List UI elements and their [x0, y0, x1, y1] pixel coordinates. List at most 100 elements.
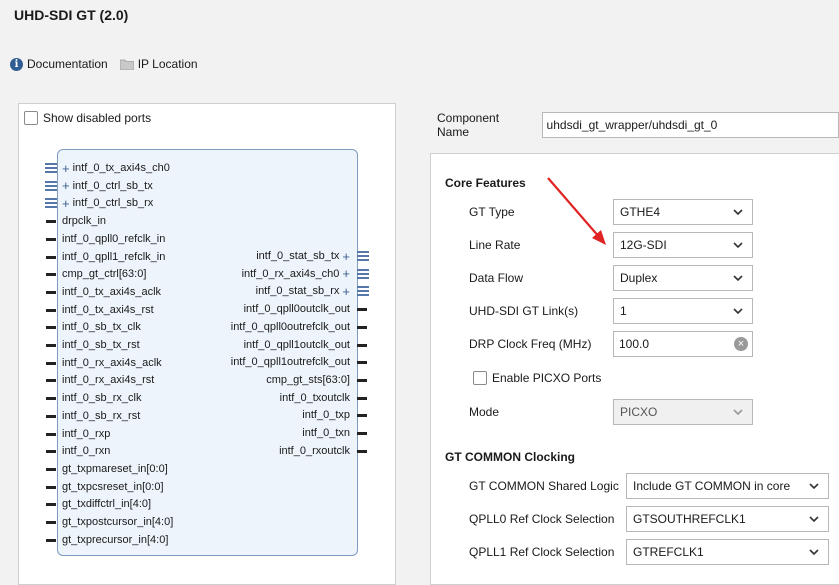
port-pin[interactable]: [46, 308, 56, 312]
line-rate-value: 12G-SDI: [620, 238, 667, 252]
port-label-right: intf_0_stat_sb_rx +: [256, 282, 350, 300]
port-pin[interactable]: [357, 378, 367, 382]
port-name: intf_0_qpll0outclk_out: [243, 303, 350, 316]
port-label-left: intf_0_rx_axi4s_aclk: [62, 354, 162, 372]
gt-common-heading: GT COMMON Clocking: [445, 450, 575, 464]
port-label-right: intf_0_txn: [302, 424, 350, 442]
port-name: intf_0_rx_axi4s_rst: [62, 374, 155, 387]
port-name: intf_0_sb_rx_clk: [62, 392, 142, 405]
port-pin[interactable]: [357, 325, 367, 329]
expand-plus-icon[interactable]: +: [342, 284, 350, 299]
port-label-left: gt_txpmareset_in[0:0]: [62, 460, 168, 478]
gt-type-select[interactable]: GTHE4: [613, 199, 753, 225]
documentation-button[interactable]: i Documentation: [10, 57, 108, 71]
bus-interface-icon[interactable]: [357, 250, 369, 262]
port-pin[interactable]: [46, 467, 56, 471]
port-name: intf_0_rxp: [62, 427, 111, 440]
port-pin[interactable]: [46, 344, 56, 347]
port-pin[interactable]: [357, 449, 367, 453]
mode-select[interactable]: PICXO: [613, 399, 753, 425]
checkbox-box[interactable]: [24, 111, 38, 125]
port-label-right: intf_0_qpll1outclk_out: [244, 336, 350, 354]
port-pin[interactable]: [46, 414, 56, 418]
port-name: intf_0_stat_sb_tx: [256, 250, 340, 262]
qpll0-label: QPLL0 Ref Clock Selection: [469, 512, 615, 526]
toolbar: i Documentation IP Location: [10, 57, 198, 71]
checkbox-box[interactable]: [473, 371, 487, 385]
enable-picxo-checkbox[interactable]: Enable PICXO Ports: [473, 371, 601, 385]
port-pin[interactable]: [46, 397, 56, 401]
drp-clock-input[interactable]: 100.0 ×: [613, 331, 753, 357]
drp-clock-label: DRP Clock Freq (MHz): [469, 337, 592, 351]
component-name-input[interactable]: uhdsdi_gt_wrapper/uhdsdi_gt_0: [541, 112, 839, 138]
links-select[interactable]: 1: [613, 298, 753, 324]
port-label-left: drpclk_in: [62, 212, 106, 230]
port-pin[interactable]: [46, 273, 56, 277]
port-name: intf_0_qpll1_refclk_in: [62, 250, 166, 263]
port-pin[interactable]: [46, 379, 56, 383]
port-pin[interactable]: [46, 255, 56, 259]
port-pin[interactable]: [357, 432, 367, 435]
gt-common-shared-select[interactable]: Include GT COMMON in core: [626, 473, 829, 499]
port-pin[interactable]: [46, 450, 56, 454]
arrow-shaft: [547, 177, 601, 239]
expand-plus-icon[interactable]: +: [62, 161, 70, 176]
port-pin[interactable]: [46, 237, 56, 241]
port-pin[interactable]: [46, 361, 56, 365]
chevron-down-icon: [733, 242, 743, 249]
qpll1-value: GTREFCLK1: [633, 545, 704, 559]
expand-plus-icon[interactable]: +: [62, 196, 70, 211]
port-pin[interactable]: [46, 485, 56, 489]
port-label-left: gt_txpcsreset_in[0:0]: [62, 478, 164, 496]
bus-interface-icon[interactable]: [357, 268, 369, 280]
expand-plus-icon[interactable]: +: [62, 178, 70, 193]
port-name: gt_txpostcursor_in[4:0]: [62, 516, 174, 528]
bus-interface-icon[interactable]: [45, 197, 57, 209]
port-pin[interactable]: [357, 343, 367, 347]
show-disabled-ports-label: Show disabled ports: [43, 111, 152, 125]
bus-interface-icon[interactable]: [45, 162, 57, 174]
port-label-right: intf_0_rx_axi4s_ch0 +: [242, 265, 350, 283]
port-pin[interactable]: [357, 396, 367, 400]
qpll1-select[interactable]: GTREFCLK1: [626, 539, 829, 565]
port-name: intf_0_sb_tx_clk: [62, 321, 141, 334]
port-pin[interactable]: [46, 538, 56, 542]
ip-location-label: IP Location: [137, 57, 198, 71]
bus-interface-icon[interactable]: [357, 285, 369, 297]
qpll0-value: GTSOUTHREFCLK1: [633, 512, 746, 526]
line-rate-label: Line Rate: [469, 238, 521, 252]
data-flow-select[interactable]: Duplex: [613, 265, 753, 291]
port-label-left: + intf_0_ctrl_sb_rx: [62, 194, 153, 212]
port-name: gt_txdiffctrl_in[4:0]: [62, 498, 152, 511]
port-pin[interactable]: [357, 414, 367, 418]
port-pin[interactable]: [46, 521, 56, 524]
mode-value: PICXO: [620, 405, 658, 419]
port-label-left: gt_txpostcursor_in[4:0]: [62, 513, 173, 531]
port-name: intf_0_tx_axi4s_rst: [62, 303, 154, 316]
port-pin[interactable]: [357, 308, 367, 312]
port-name: intf_0_txp: [302, 409, 350, 422]
info-icon: i: [10, 57, 23, 71]
ip-location-button[interactable]: IP Location: [119, 57, 198, 71]
port-pin[interactable]: [46, 220, 56, 224]
port-label-left: intf_0_sb_tx_rst: [62, 336, 140, 354]
bus-interface-icon[interactable]: [45, 180, 57, 192]
port-pin[interactable]: [357, 361, 367, 365]
port-name: intf_0_rx_axi4s_ch0: [241, 267, 340, 280]
port-label-right: intf_0_stat_sb_tx +: [256, 247, 350, 265]
port-pin[interactable]: [46, 326, 56, 330]
expand-plus-icon[interactable]: +: [342, 266, 350, 281]
port-label-left: cmp_gt_ctrl[63:0]: [62, 265, 146, 283]
clear-icon[interactable]: ×: [734, 337, 748, 351]
port-pin[interactable]: [46, 432, 56, 436]
line-rate-select[interactable]: 12G-SDI: [613, 232, 753, 258]
red-arrow-annotation: [547, 177, 606, 245]
expand-plus-icon[interactable]: +: [342, 249, 350, 264]
port-label-left: intf_0_tx_axi4s_aclk: [62, 283, 161, 301]
port-label-right: intf_0_qpll0outclk_out: [244, 300, 350, 318]
port-pin[interactable]: [46, 503, 56, 507]
window-title: UHD-SDI GT (2.0): [14, 7, 129, 23]
qpll0-select[interactable]: GTSOUTHREFCLK1: [626, 506, 829, 532]
port-pin[interactable]: [46, 290, 56, 294]
show-disabled-ports-checkbox[interactable]: Show disabled ports: [24, 111, 151, 125]
